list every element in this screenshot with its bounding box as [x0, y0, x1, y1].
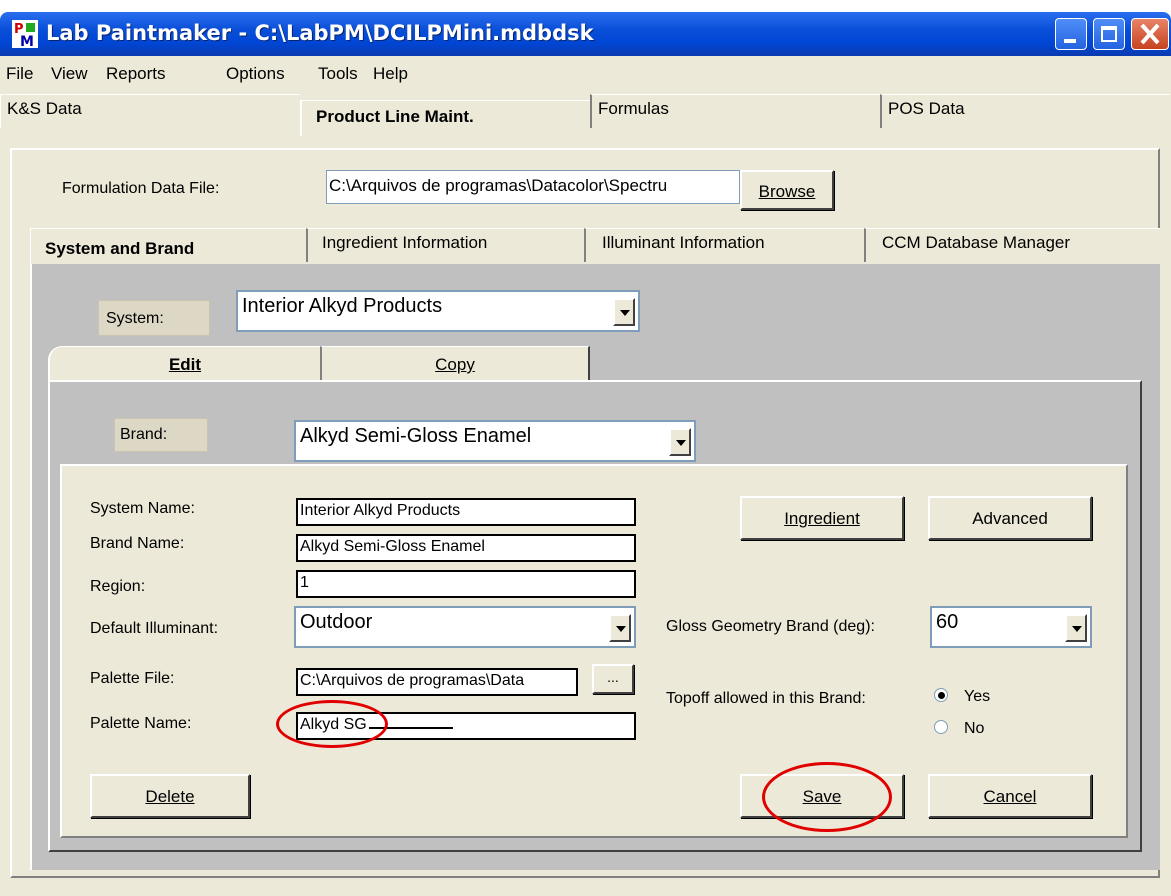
default-illuminant-select[interactable]: Outdoor	[294, 606, 636, 648]
brand-select[interactable]: Alkyd Semi-Gloss Enamel	[294, 420, 696, 462]
default-illuminant-value: Outdoor	[300, 611, 373, 633]
default-illuminant-label: Default Illuminant:	[90, 620, 219, 637]
tab-product-line-maint[interactable]: Product Line Maint.	[300, 100, 590, 136]
gloss-geometry-select[interactable]: 60	[930, 606, 1092, 648]
brand-name-field[interactable]: Alkyd Semi-Gloss Enamel	[296, 534, 636, 562]
palette-file-field[interactable]: C:\Arquivos de programas\Data	[296, 668, 578, 696]
palette-name-label: Palette Name:	[90, 715, 192, 732]
topoff-label: Topoff allowed in this Brand:	[666, 690, 866, 707]
topoff-no-label: No	[964, 720, 985, 737]
window-title: Lab Paintmaker - C:\LabPM\DCILPMini.mdbd…	[46, 21, 594, 45]
delete-label: Delete	[145, 787, 195, 806]
tab-system-and-brand-label: System and Brand	[45, 239, 195, 258]
system-select[interactable]: Interior Alkyd Products	[236, 290, 640, 332]
menu-options[interactable]: Options	[226, 64, 285, 84]
tab-copy[interactable]: Copy	[320, 346, 590, 380]
chevron-down-icon[interactable]	[1065, 614, 1087, 642]
close-icon	[1140, 23, 1160, 45]
ingredient-button[interactable]: Ingredient	[740, 496, 904, 540]
tab-formulas[interactable]: Formulas	[590, 94, 880, 128]
delete-button[interactable]: Delete	[90, 774, 250, 818]
tab-illuminant-information[interactable]: Illuminant Information	[584, 228, 864, 262]
system-label: System:	[106, 310, 164, 327]
browse-label: Browse	[758, 182, 816, 201]
maximize-button[interactable]	[1093, 18, 1125, 50]
tab-edit-label: Edit	[168, 355, 202, 374]
palette-file-browse-button[interactable]: ...	[592, 664, 634, 694]
system-select-value: Interior Alkyd Products	[242, 295, 443, 317]
tab-pos-data[interactable]: POS Data	[880, 94, 1170, 128]
topoff-yes-label: Yes	[964, 688, 991, 705]
brand-name-label: Brand Name:	[90, 535, 185, 552]
minimize-button[interactable]	[1055, 18, 1087, 50]
close-button[interactable]	[1131, 18, 1169, 50]
tab-ingredient-information[interactable]: Ingredient Information	[306, 228, 584, 262]
annotation-circle-save	[762, 762, 892, 832]
topoff-yes-radio[interactable]	[934, 688, 948, 702]
menu-help[interactable]: Help	[373, 64, 408, 84]
menu-tools[interactable]: Tools	[318, 64, 358, 84]
tab-illuminant-information-label: Illuminant Information	[602, 233, 765, 252]
tab-ks-data[interactable]: K&S Data	[0, 94, 300, 128]
region-field[interactable]: 1	[296, 570, 636, 598]
system-name-label: System Name:	[90, 500, 195, 517]
formulation-data-file-field[interactable]: C:\Arquivos de programas\Datacolor\Spect…	[326, 170, 740, 204]
tab-copy-label: Copy	[435, 355, 475, 374]
tab-formulas-label: Formulas	[598, 99, 669, 118]
region-label: Region:	[90, 578, 146, 595]
formulation-label: Formulation Data File:	[62, 180, 220, 197]
svg-text:M: M	[20, 34, 34, 48]
gloss-geometry-label: Gloss Geometry Brand (deg):	[666, 618, 875, 635]
app-icon: PM	[12, 20, 38, 50]
cancel-label: Cancel	[983, 787, 1037, 806]
browse-button[interactable]: Browse	[740, 170, 834, 210]
tab-ks-data-label: K&S Data	[7, 99, 82, 118]
menu-reports[interactable]: Reports	[106, 64, 166, 84]
chevron-down-icon[interactable]	[613, 298, 635, 326]
tab-ccm-database-manager[interactable]: CCM Database Manager	[864, 228, 1160, 262]
menu-view[interactable]: View	[51, 64, 88, 84]
tab-pos-data-label: POS Data	[888, 99, 965, 118]
tab-ingredient-information-label: Ingredient Information	[322, 233, 488, 252]
palette-file-label: Palette File:	[90, 670, 175, 687]
menu-bar	[0, 56, 1171, 90]
cancel-button[interactable]: Cancel	[928, 774, 1092, 818]
menu-file[interactable]: File	[6, 64, 33, 84]
advanced-button[interactable]: Advanced	[928, 496, 1092, 540]
topoff-no-radio[interactable]	[934, 720, 948, 734]
ingredient-label: Ingredient	[784, 509, 860, 528]
brand-select-value: Alkyd Semi-Gloss Enamel	[300, 425, 532, 447]
gloss-geometry-value: 60	[936, 611, 959, 633]
tab-product-line-maint-label: Product Line Maint.	[316, 107, 474, 126]
tab-ccm-database-manager-label: CCM Database Manager	[882, 233, 1071, 252]
chevron-down-icon[interactable]	[669, 428, 691, 456]
system-name-field[interactable]: Interior Alkyd Products	[296, 498, 636, 526]
annotation-circle-palette-name	[276, 700, 388, 748]
chevron-down-icon[interactable]	[609, 614, 631, 642]
brand-label: Brand:	[120, 426, 168, 443]
